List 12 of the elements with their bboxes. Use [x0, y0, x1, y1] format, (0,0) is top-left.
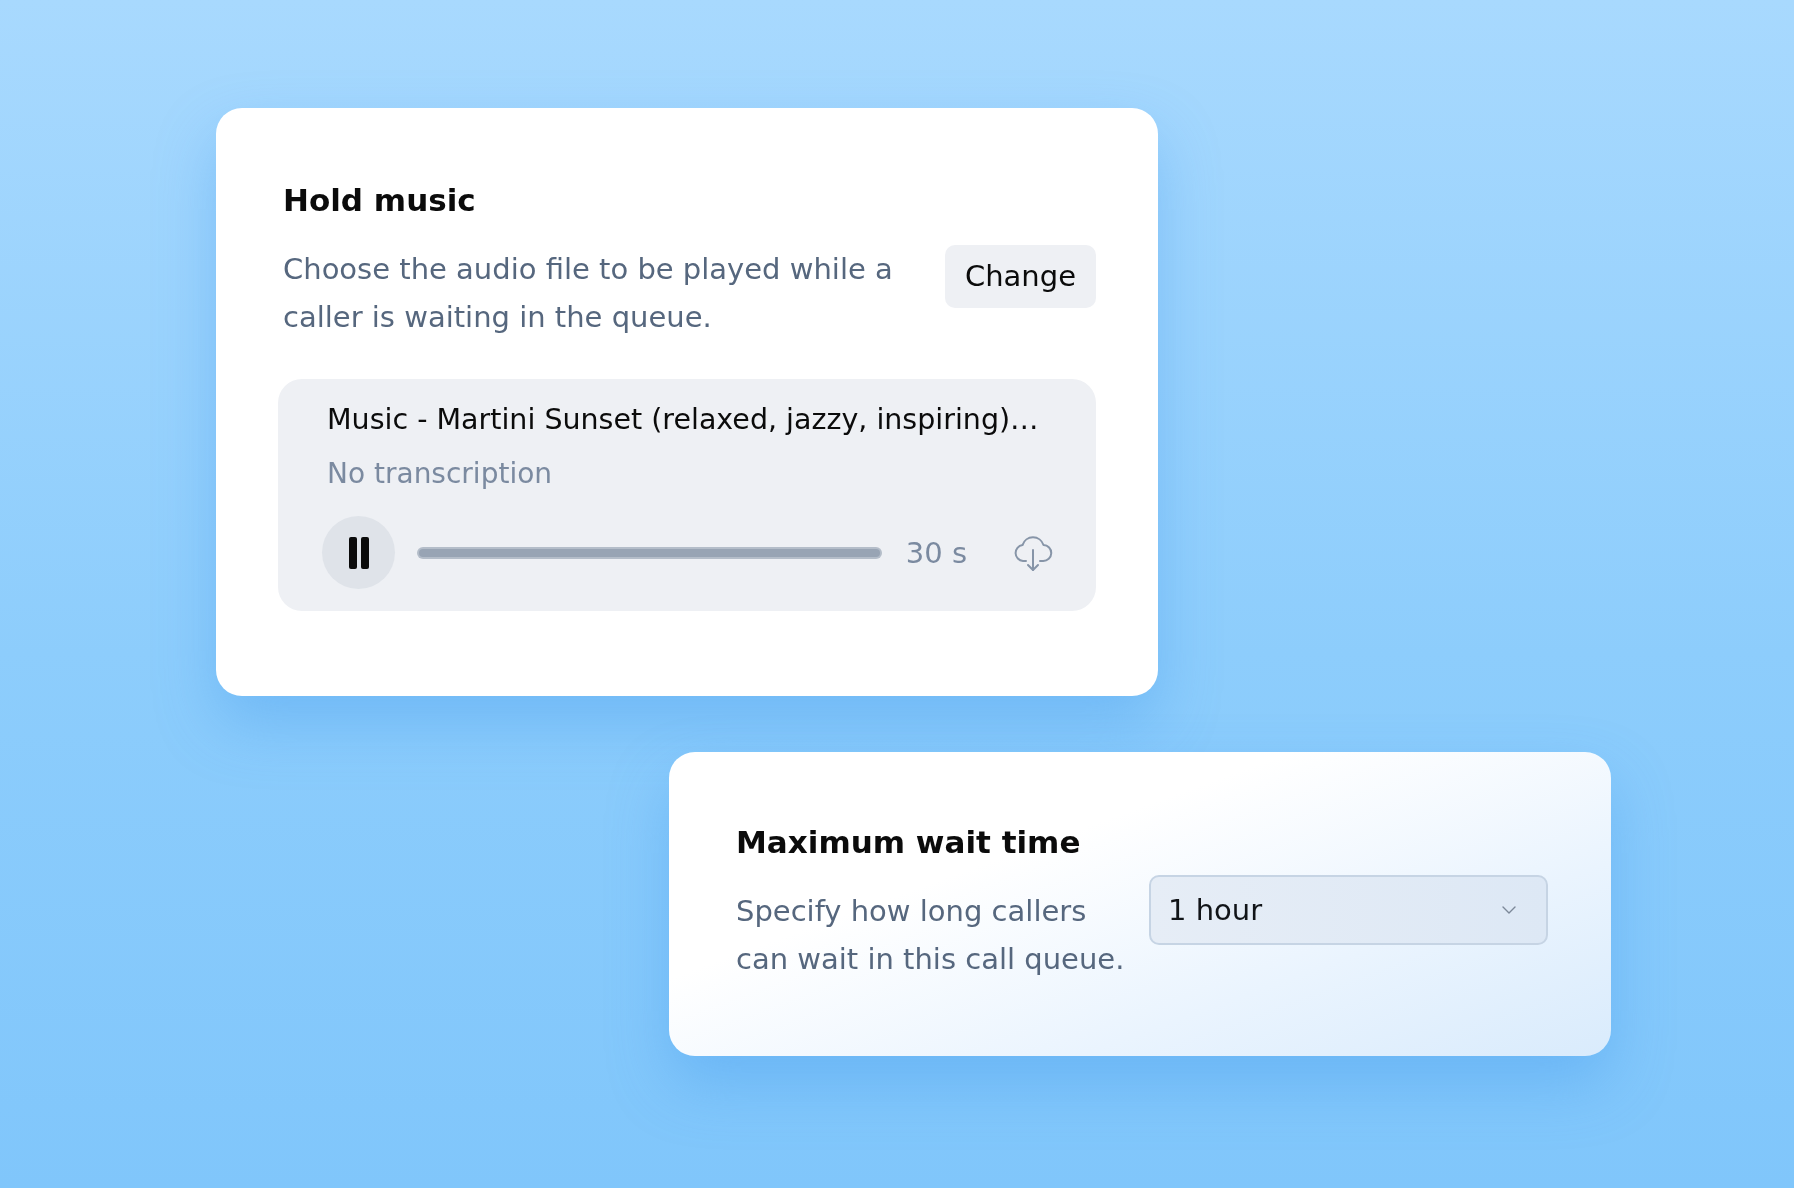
- duration-label: 30 s: [905, 534, 967, 571]
- section-title: Hold music: [283, 181, 476, 220]
- chevron-down-icon: [1502, 906, 1516, 914]
- cloud-download-icon[interactable]: [1013, 533, 1053, 572]
- section-title: Maximum wait time: [736, 823, 1081, 862]
- section-description: Specify how long callers can wait in this call queue.: [736, 893, 1126, 978]
- transcription-status: No transcription: [327, 456, 553, 492]
- section-description: Choose the audio file to be played while a caller is waiting in the queue.: [283, 251, 894, 336]
- pause-icon: [348, 536, 369, 569]
- track-title: Music - Martini Sunset (relaxed, jazzy, inspiring)…: [327, 402, 1039, 438]
- duration-select[interactable]: 1 hour: [1149, 875, 1548, 945]
- change-button[interactable]: Change: [944, 245, 1096, 308]
